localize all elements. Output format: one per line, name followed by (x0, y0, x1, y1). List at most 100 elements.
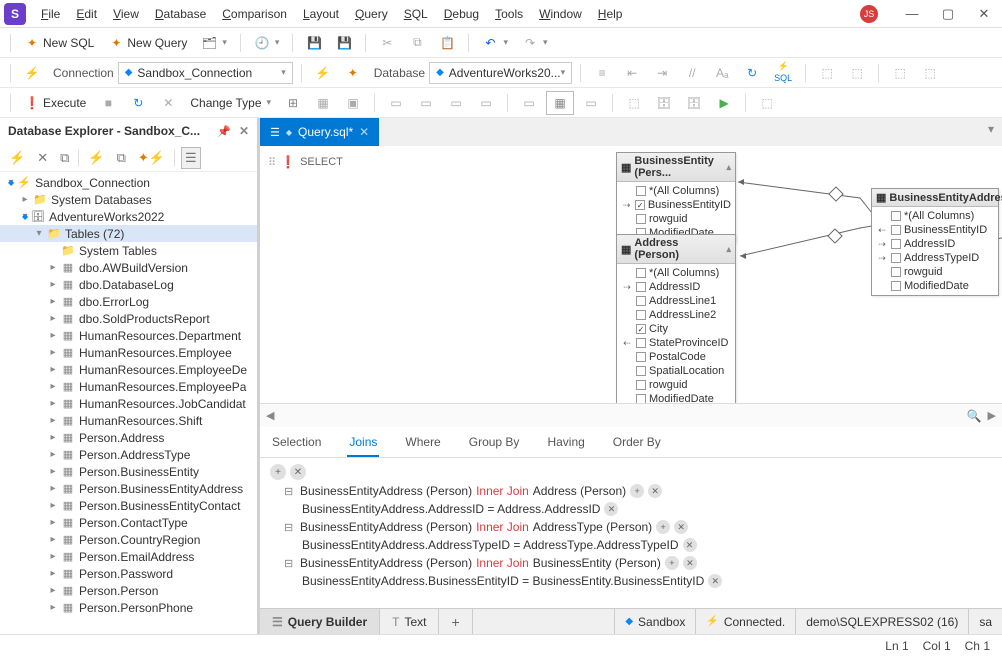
btn-b[interactable]: ▣ (340, 92, 366, 114)
tree-node[interactable]: ▸▦HumanResources.Employee (0, 344, 257, 361)
tree-node[interactable]: ▸▦Person.Person (0, 582, 257, 599)
entity-column[interactable]: ⇢AddressID (617, 280, 735, 294)
tree-node[interactable]: ▾📁Tables (72) (0, 225, 257, 242)
entity-column[interactable]: rowguid (617, 212, 735, 226)
pin-icon[interactable]: ▴ (726, 244, 731, 255)
view-mode-button[interactable]: ☰ (181, 147, 201, 169)
btn-db2[interactable]: 🗄 (681, 92, 707, 114)
add-button[interactable]: + (656, 520, 670, 534)
redo-button[interactable]: ↷▾ (517, 32, 553, 54)
delete-button[interactable]: ✕ (674, 520, 688, 534)
delete-button[interactable]: ✕ (648, 484, 662, 498)
sql-button[interactable]: ⚡SQL (769, 59, 797, 86)
panel-resize-bar[interactable]: ◀ 🔍 ▶ (260, 403, 1002, 427)
layout-3-button[interactable]: ⬚ (887, 62, 913, 84)
undo-button[interactable]: ↶▾ (477, 32, 513, 54)
entity-business-entity-address[interactable]: ▦BusinessEntityAddress...▴ *(All Columns)… (871, 188, 999, 296)
twisty-icon[interactable]: ▸ (46, 262, 60, 273)
checkbox[interactable] (891, 225, 901, 235)
entity-column[interactable]: *(All Columns) (872, 209, 998, 223)
checkbox[interactable] (636, 268, 646, 278)
tree-node[interactable]: ▸▦dbo.SoldProductsReport (0, 310, 257, 327)
maximize-button[interactable]: ▢ (934, 6, 962, 22)
btn-g[interactable]: ▭ (516, 92, 542, 114)
entity-column[interactable]: ⇢AddressID (872, 237, 998, 251)
checkbox[interactable] (636, 282, 646, 292)
menu-view[interactable]: View (106, 4, 146, 24)
tab-text[interactable]: TText (380, 609, 439, 634)
tree[interactable]: ▾◆⚡Sandbox_Connection▸📁System Databases▾… (0, 172, 257, 634)
entity-column[interactable]: rowguid (617, 378, 735, 392)
layout-4-button[interactable]: ⬚ (917, 62, 943, 84)
entity-column[interactable]: SpatialLocation (617, 364, 735, 378)
tree-node[interactable]: ▸▦Person.EmailAddress (0, 548, 257, 565)
join-condition[interactable]: BusinessEntityAddress.BusinessEntityID =… (270, 572, 992, 590)
menu-window[interactable]: Window (532, 4, 589, 24)
tab-query-builder[interactable]: ☰Query Builder (260, 609, 380, 634)
new-sql-button[interactable]: ✦New SQL (19, 32, 99, 54)
entity-column[interactable]: ⇠BusinessEntityID (872, 223, 998, 237)
save-button[interactable]: 💾 (301, 32, 327, 54)
twisty-icon[interactable]: ▸ (46, 364, 60, 375)
indent-button[interactable]: ⇥ (649, 62, 675, 84)
tree-node[interactable]: ▸▦HumanResources.EmployeeDe (0, 361, 257, 378)
btn-c[interactable]: ▭ (383, 92, 409, 114)
entity-column[interactable]: ModifiedDate (872, 279, 998, 293)
join-condition[interactable]: BusinessEntityAddress.AddressID = Addres… (270, 500, 992, 518)
add-view-button[interactable]: + (439, 609, 472, 634)
twisty-icon[interactable]: ▸ (46, 279, 60, 290)
entity-column[interactable]: ⇠StateProvinceID (617, 336, 735, 350)
layout-1-button[interactable]: ⬚ (814, 62, 840, 84)
new-query-button[interactable]: ✦New Query (103, 32, 192, 54)
twisty-icon[interactable]: ▸ (46, 330, 60, 341)
checkbox[interactable] (636, 366, 646, 376)
menu-file[interactable]: File (34, 4, 67, 24)
db-icon-2-button[interactable]: ✦ (340, 62, 366, 84)
entity-column[interactable]: AddressLine1 (617, 294, 735, 308)
chevron-left-icon[interactable]: ◀ (266, 409, 274, 422)
add-join-button[interactable]: + (270, 464, 286, 480)
tab-query[interactable]: ☰ ◆ Query.sql* ✕ (260, 118, 379, 146)
tree-node[interactable]: ▸▦Person.CountryRegion (0, 531, 257, 548)
tree-node[interactable]: ▸▦HumanResources.Department (0, 327, 257, 344)
menu-sql[interactable]: SQL (397, 4, 435, 24)
run-button[interactable]: ▶ (711, 92, 737, 114)
delete-button[interactable]: ✕ (34, 148, 51, 168)
delete-button[interactable]: ✕ (708, 574, 722, 588)
entity-address[interactable]: ▦Address (Person)▴*(All Columns)⇢Address… (616, 234, 736, 403)
entity-column[interactable]: *(All Columns) (617, 266, 735, 280)
new-conn-button[interactable]: ⚡ (6, 148, 28, 168)
twisty-icon[interactable]: ▸ (46, 568, 60, 579)
twisty-icon[interactable]: ▸ (18, 194, 32, 205)
entity-column[interactable]: PostalCode (617, 350, 735, 364)
checkbox[interactable] (636, 352, 646, 362)
checkbox[interactable] (636, 380, 646, 390)
twisty-icon[interactable]: ▸ (46, 449, 60, 460)
btn-last[interactable]: ⬚ (754, 92, 780, 114)
entity-header[interactable]: ▦BusinessEntity (Pers...▴ (617, 153, 735, 182)
tab-group-by[interactable]: Group By (467, 431, 522, 457)
menu-query[interactable]: Query (348, 4, 395, 24)
btn-i[interactable]: ⬚ (621, 92, 647, 114)
copy-button[interactable]: ⧉ (404, 32, 430, 54)
menu-comparison[interactable]: Comparison (215, 4, 294, 24)
tree-node[interactable]: ▸▦Person.BusinessEntityContact (0, 497, 257, 514)
join-row[interactable]: ⊟BusinessEntityAddress (Person) Inner Jo… (270, 554, 992, 572)
twisty-icon[interactable]: ▸ (46, 483, 60, 494)
entity-column[interactable]: ModifiedDate (617, 392, 735, 403)
entity-column[interactable]: *(All Columns) (617, 184, 735, 198)
join-row[interactable]: ⊟BusinessEntityAddress (Person) Inner Jo… (270, 518, 992, 536)
tab-joins[interactable]: Joins (347, 431, 379, 457)
open-button[interactable]: 🗂▾ (196, 32, 232, 54)
checkbox[interactable] (891, 281, 901, 291)
tree-node[interactable]: ▸📁System Databases (0, 191, 257, 208)
comment-button[interactable]: // (679, 62, 705, 84)
menu-bar[interactable]: FileEditViewDatabaseComparisonLayoutQuer… (34, 4, 860, 24)
entity-column[interactable]: ✓City (617, 322, 735, 336)
entity-header[interactable]: ▦BusinessEntityAddress...▴ (872, 189, 998, 207)
filter-1[interactable]: ⚡ (85, 148, 107, 168)
tree-node[interactable]: 📁System Tables (0, 242, 257, 259)
menu-edit[interactable]: Edit (69, 4, 104, 24)
close-button[interactable]: ✕ (970, 6, 998, 22)
tree-node[interactable]: ▸▦Person.BusinessEntityAddress (0, 480, 257, 497)
